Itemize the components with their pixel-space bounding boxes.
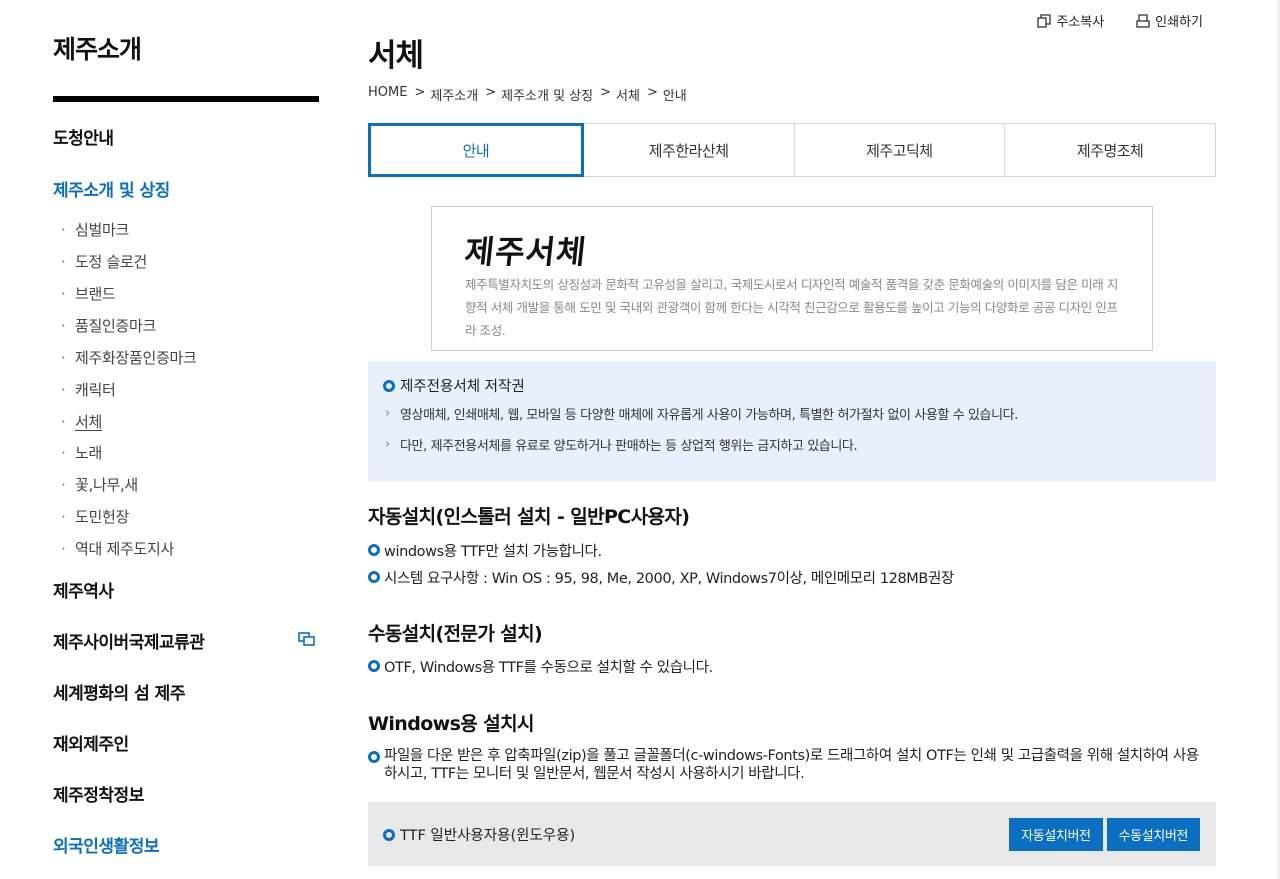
tab-hallasan-font[interactable]: 제주한라산체	[584, 124, 795, 176]
breadcrumb-home[interactable]: HOME	[368, 85, 407, 104]
page-title: 서체	[368, 38, 424, 74]
sidebar-item-history[interactable]: 제주역사	[53, 577, 114, 602]
ring-bullet-icon	[368, 751, 380, 763]
sidebar-item-foreigner-info[interactable]: 외국인생활정보	[53, 832, 159, 857]
auto-install-download-button[interactable]: 자동설치버전	[1009, 818, 1103, 851]
breadcrumb-separator: >	[485, 85, 497, 100]
font-intro-image: 제주서체 제주특별자치도의 상징성과 문화적 고유성을 살리고, 국제도시로서 …	[431, 206, 1153, 351]
print-icon	[1136, 13, 1150, 28]
tab-gothic-font[interactable]: 제주고딕체	[795, 124, 1006, 176]
sidebar-subitem[interactable]: · 캐릭터	[61, 379, 116, 400]
sidebar-divider	[53, 96, 319, 102]
copy-url-button[interactable]: 주소복사	[1037, 11, 1104, 30]
tab-guide[interactable]: 안내	[368, 123, 584, 177]
sidebar-subitem[interactable]: · 제주화장품인증마크	[61, 347, 197, 368]
sidebar-subitem-current[interactable]: · 서체	[61, 411, 102, 432]
breadcrumb-separator: >	[600, 85, 612, 100]
print-label: 인쇄하기	[1155, 15, 1203, 30]
font-description: 제주특별자치도의 상징성과 문화적 고유성을 살리고, 국제도시로서 디자인적 …	[465, 277, 1119, 338]
download-buttons: 자동설치버전 수동설치버전	[1009, 818, 1200, 851]
list-item: windows용 TTF만 설치 가능합니다.	[368, 540, 602, 561]
sidebar-item-peace-island[interactable]: 세계평화의 섬 제주	[53, 679, 185, 704]
sidebar-subitem[interactable]: · 도민헌장	[61, 506, 129, 527]
sidebar-subitem[interactable]: · 도정 슬로건	[61, 251, 147, 272]
list-item: OTF, Windows용 TTF를 수동으로 설치할 수 있습니다.	[368, 656, 713, 677]
sidebar-title: 제주소개	[53, 35, 142, 64]
ring-bullet-icon	[368, 544, 380, 556]
top-utilities: 주소복사 인쇄하기	[1037, 11, 1203, 30]
section-title-windows-install: Windows용 설치시	[368, 713, 534, 735]
list-item: 파일을 다운 받은 후 압축파일(zip)을 풀고 글꼴폴더(c-windows…	[368, 747, 1204, 783]
breadcrumb-item[interactable]: 서체	[616, 85, 640, 104]
ring-bullet-icon	[368, 660, 380, 672]
sidebar-item-settlement-info[interactable]: 제주정착정보	[53, 781, 144, 806]
copyright-line: › 영상매체, 인쇄매체, 웹, 모바일 등 다양한 매체에 자유롭게 사용이 …	[385, 406, 1018, 423]
list-item: 시스템 요구사항 : Win OS : 95, 98, Me, 2000, XP…	[368, 567, 954, 588]
copyright-notice: 제주전용서체 저작권 › 영상매체, 인쇄매체, 웹, 모바일 등 다양한 매체…	[368, 361, 1216, 481]
download-bar: TTF 일반사용자용(윈도우용) 자동설치버전 수동설치버전	[368, 802, 1216, 866]
manual-install-download-button[interactable]: 수동설치버전	[1106, 818, 1200, 851]
sidebar-subitem[interactable]: · 역대 제주도지사	[61, 538, 174, 559]
print-button[interactable]: 인쇄하기	[1136, 11, 1203, 30]
sidebar-item-intro-symbol[interactable]: 제주소개 및 상징	[53, 176, 170, 201]
sidebar-item-cyber-exchange[interactable]: 제주사이버국제교류관	[53, 628, 205, 653]
tab-myeongjo-font[interactable]: 제주명조체	[1005, 124, 1215, 176]
sidebar-item-office[interactable]: 도청안내	[53, 124, 114, 149]
font-logo: 제주서체	[462, 233, 589, 271]
ring-bullet-icon	[368, 571, 380, 583]
chevron-right-icon: ›	[385, 437, 390, 452]
copyright-heading: 제주전용서체 저작권	[383, 375, 525, 396]
breadcrumb: HOME > 제주소개 > 제주소개 및 상징 > 서체 > 안내	[368, 85, 687, 104]
font-tabs: 안내 제주한라산체 제주고딕체 제주명조체	[368, 123, 1216, 177]
ring-bullet-icon	[383, 379, 395, 392]
sidebar-subitem[interactable]: · 노래	[61, 442, 102, 463]
breadcrumb-item[interactable]: 제주소개 및 상징	[501, 85, 593, 104]
breadcrumb-separator: >	[414, 85, 426, 100]
copy-icon	[1037, 13, 1051, 28]
sidebar-item-overseas-jeju[interactable]: 재외제주인	[53, 730, 129, 755]
new-window-icon[interactable]	[298, 632, 316, 646]
sidebar-subitem[interactable]: · 브랜드	[61, 283, 116, 304]
ring-bullet-icon	[383, 828, 395, 841]
section-title-auto-install: 자동설치(인스톨러 설치 - 일반PC사용자)	[368, 506, 690, 528]
section-title-manual-install: 수동설치(전문가 설치)	[368, 623, 543, 645]
sidebar-subitem[interactable]: · 심벌마크	[61, 219, 129, 240]
breadcrumb-item[interactable]: 제주소개	[430, 85, 478, 104]
chevron-right-icon: ›	[385, 406, 390, 421]
sidebar-subitem[interactable]: · 꽃,나무,새	[61, 474, 138, 495]
sidebar-subitem[interactable]: · 품질인증마크	[61, 315, 156, 336]
copy-url-label: 주소복사	[1056, 15, 1105, 30]
breadcrumb-separator: >	[646, 85, 658, 100]
breadcrumb-current: 안내	[662, 89, 687, 104]
download-label: TTF 일반사용자용(윈도우용)	[383, 824, 575, 845]
copyright-line: › 다만, 제주전용서체를 유료로 양도하거나 판매하는 등 상업적 행위는 금…	[385, 437, 858, 454]
